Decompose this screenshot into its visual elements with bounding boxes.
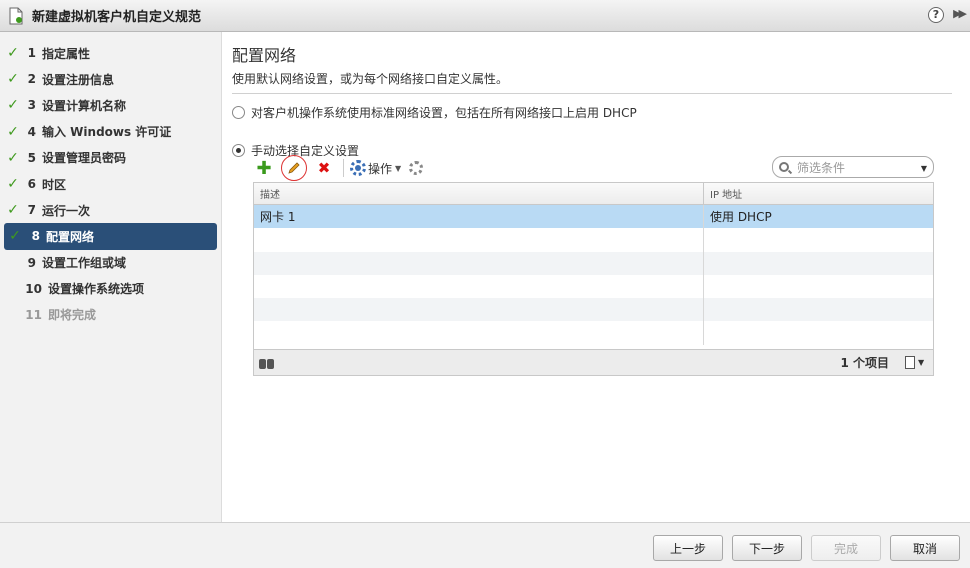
main-content: 配置网络 使用默认网络设置，或为每个网络接口自定义属性。 对客户机操作系统使用标…	[222, 32, 970, 522]
step-label: 运行一次	[42, 203, 91, 218]
next-button[interactable]: 下一步	[732, 535, 802, 561]
binoculars-icon[interactable]	[258, 357, 276, 369]
step-label: 设置计算机名称	[42, 98, 127, 113]
check-icon: ✓	[7, 71, 19, 88]
step-label: 指定属性	[42, 46, 91, 61]
step-7[interactable]: ✓ 7 运行一次	[0, 197, 217, 223]
step-2[interactable]: ✓ 2 设置注册信息	[0, 66, 217, 92]
radio-custom[interactable]	[232, 144, 245, 157]
column-header-ip[interactable]: IP 地址	[704, 183, 933, 204]
cell-ip: 使用 DHCP	[710, 210, 772, 225]
expand-icon[interactable]: ▶▶	[953, 7, 967, 20]
chevron-down-icon[interactable]: ▼	[921, 164, 927, 173]
cell-desc: 网卡 1	[254, 205, 704, 229]
step-label: 设置管理员密码	[42, 151, 127, 166]
step-label: 输入 Windows 许可证	[42, 125, 172, 140]
wizard-steps: ✓ 1 指定属性 ✓ 2 设置注册信息 ✓ 3 设置计算机名称 ✓ 4 输入 Windows 许…	[0, 32, 222, 522]
step-9[interactable]: 9 设置工作组或域	[0, 250, 217, 276]
table-footer: 1 个项目 ▼	[254, 349, 933, 375]
step-1[interactable]: ✓ 1 指定属性	[0, 40, 217, 66]
step-label: 即将完成	[48, 308, 97, 323]
toolbar-divider	[343, 159, 344, 177]
window-titlebar: 新建虚拟机客户机自定义规范 ? ▶▶	[0, 0, 970, 32]
step-10[interactable]: 10 设置操作系统选项	[0, 276, 217, 302]
option-standard[interactable]: 对客户机操作系统使用标准网络设置，包括在所有网络接口上启用 DHCP	[232, 104, 960, 121]
nic-table: 描述 IP 地址 网卡 1 使用 DHCP 1 个项目 ▼	[253, 182, 934, 376]
check-icon: ✓	[9, 228, 21, 245]
cancel-button[interactable]: 取消	[890, 535, 960, 561]
actions-menu[interactable]: 操作 ▼	[350, 160, 401, 177]
loading-icon	[409, 161, 424, 175]
step-6[interactable]: ✓ 6 时区	[0, 171, 217, 197]
table-row-empty	[254, 298, 933, 322]
step-5[interactable]: ✓ 5 设置管理员密码	[0, 145, 217, 171]
option-standard-label: 对客户机操作系统使用标准网络设置，包括在所有网络接口上启用 DHCP	[251, 106, 637, 120]
add-icon[interactable]: ✚	[253, 157, 275, 179]
finish-button: 完成	[811, 535, 881, 561]
check-icon: ✓	[7, 123, 19, 140]
gear-icon	[350, 160, 366, 176]
wizard-footer: 上一步 下一步 完成 取消	[0, 522, 970, 568]
window-title: 新建虚拟机客户机自定义规范	[32, 10, 202, 25]
table-row-empty	[254, 228, 933, 252]
check-icon: ✓	[7, 202, 19, 219]
help-icon[interactable]: ?	[928, 7, 944, 23]
search-icon	[779, 162, 789, 172]
column-header-desc[interactable]: 描述	[254, 183, 704, 204]
chevron-down-icon: ▼	[395, 163, 402, 173]
check-icon: ✓	[7, 97, 19, 114]
step-8[interactable]: ✓ 8 配置网络	[4, 223, 217, 250]
back-button[interactable]: 上一步	[653, 535, 723, 561]
step-label: 时区	[42, 177, 67, 192]
item-count: 1 个项目	[840, 356, 889, 370]
table-row-empty	[254, 321, 933, 345]
table-row-empty	[254, 274, 933, 299]
step-11: 11 即将完成	[25, 307, 97, 323]
export-icon[interactable]: ▼	[905, 356, 927, 370]
filter-input[interactable]: 筛选条件 ▼	[772, 156, 934, 178]
step-4[interactable]: ✓ 4 输入 Windows 许可证	[0, 119, 217, 145]
step-3[interactable]: ✓ 3 设置计算机名称	[0, 92, 217, 118]
edit-pencil-icon[interactable]	[281, 155, 307, 181]
check-icon: ✓	[7, 149, 19, 166]
step-label: 配置网络	[46, 229, 95, 244]
page-subtitle: 使用默认网络设置，或为每个网络接口自定义属性。	[232, 70, 952, 94]
check-icon: ✓	[7, 176, 19, 193]
filter-placeholder: 筛选条件	[797, 160, 846, 175]
document-icon	[8, 7, 24, 25]
table-row[interactable]: 网卡 1 使用 DHCP	[254, 205, 933, 229]
radio-standard[interactable]	[232, 106, 245, 119]
check-icon: ✓	[7, 45, 19, 62]
step-label: 设置注册信息	[42, 72, 115, 87]
step-label: 设置工作组或域	[42, 256, 127, 271]
nic-toolbar: ✚ ✖ 操作 ▼ 筛选条件 ▼	[253, 154, 934, 182]
table-row-empty	[254, 251, 933, 275]
step-label: 设置操作系统选项	[48, 282, 145, 297]
delete-icon[interactable]: ✖	[313, 157, 335, 179]
page-title: 配置网络	[232, 46, 297, 65]
table-header: 描述 IP 地址	[254, 183, 933, 205]
